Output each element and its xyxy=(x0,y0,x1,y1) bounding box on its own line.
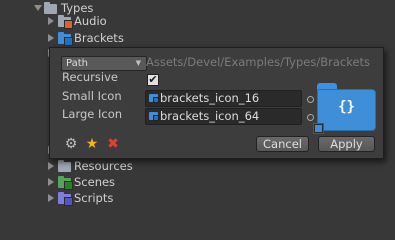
path-field[interactable]: Assets/Devel/Examples/Types/Brackets xyxy=(146,54,383,71)
large-icon-picker-icon[interactable] xyxy=(307,114,314,121)
tree-item-label: Brackets xyxy=(74,31,124,45)
scripts-badge-icon xyxy=(64,197,73,206)
recursive-label: Recursive xyxy=(62,70,118,84)
small-icon-overlay-icon xyxy=(313,123,324,134)
tree-item-label: Scenes xyxy=(74,175,116,189)
small-icon-label: Small Icon xyxy=(62,89,122,103)
project-window: Types Audio Brackets Resources Scenes Sc… xyxy=(0,0,395,208)
tree-item-scenes[interactable]: Scenes xyxy=(0,174,200,190)
gear-icon[interactable]: ⚙ xyxy=(64,137,78,151)
folder-preview-icon: {} xyxy=(313,83,377,134)
cancel-button[interactable]: Cancel xyxy=(256,136,309,152)
resources-folder-icon xyxy=(58,160,71,172)
tree-item-hidden[interactable] xyxy=(0,142,54,158)
tree-item-label: Scripts xyxy=(74,191,114,205)
tree-item-label: Audio xyxy=(74,14,107,28)
star-icon[interactable]: ★ xyxy=(85,137,99,151)
small-icon-picker-icon[interactable] xyxy=(307,96,314,103)
collapsed-arrow-icon[interactable] xyxy=(48,194,54,202)
large-icon-field[interactable]: brackets_icon_64 xyxy=(145,108,302,125)
brackets-badge-icon xyxy=(64,37,73,46)
tree-item-audio[interactable]: Audio xyxy=(0,13,200,29)
close-icon[interactable]: ✖ xyxy=(106,137,120,151)
small-icon-thumbnail-icon xyxy=(149,94,159,103)
expanded-arrow-icon[interactable] xyxy=(34,5,42,11)
small-icon-value: brackets_icon_16 xyxy=(160,91,260,105)
audio-folder-icon xyxy=(58,15,73,29)
apply-button[interactable]: Apply xyxy=(318,136,375,152)
tree-item-scripts[interactable]: Scripts xyxy=(0,190,200,206)
large-icon-value: brackets_icon_64 xyxy=(160,109,260,123)
collapsed-arrow-icon[interactable] xyxy=(48,178,54,186)
mode-dropdown-value: Path xyxy=(66,58,88,69)
small-icon-field[interactable]: brackets_icon_16 xyxy=(145,90,302,107)
large-icon-label: Large Icon xyxy=(62,107,123,121)
tree-item-hidden[interactable] xyxy=(0,45,54,61)
collapsed-arrow-icon[interactable] xyxy=(48,162,54,170)
brackets-folder-icon xyxy=(58,32,73,46)
recursive-checkbox[interactable]: ✔ xyxy=(147,74,159,86)
tree-item-label: Resources xyxy=(74,159,133,173)
tree-item-brackets[interactable]: Brackets xyxy=(0,30,200,46)
scenes-badge-icon xyxy=(64,181,73,190)
folder-icon-popup: Path ▼ Assets/Devel/Examples/Types/Brack… xyxy=(49,47,384,159)
collapsed-arrow-icon[interactable] xyxy=(48,17,54,25)
dropdown-arrow-icon: ▼ xyxy=(135,59,141,67)
large-icon-thumbnail-icon xyxy=(149,112,159,121)
audio-badge-icon xyxy=(64,20,73,29)
scripts-folder-icon xyxy=(58,192,73,206)
scenes-folder-icon xyxy=(58,176,73,190)
tree-item-resources[interactable]: Resources xyxy=(0,158,200,174)
collapsed-arrow-icon[interactable] xyxy=(48,34,54,42)
brackets-glyph-icon: {} xyxy=(338,99,355,115)
mode-dropdown[interactable]: Path ▼ xyxy=(61,56,147,71)
